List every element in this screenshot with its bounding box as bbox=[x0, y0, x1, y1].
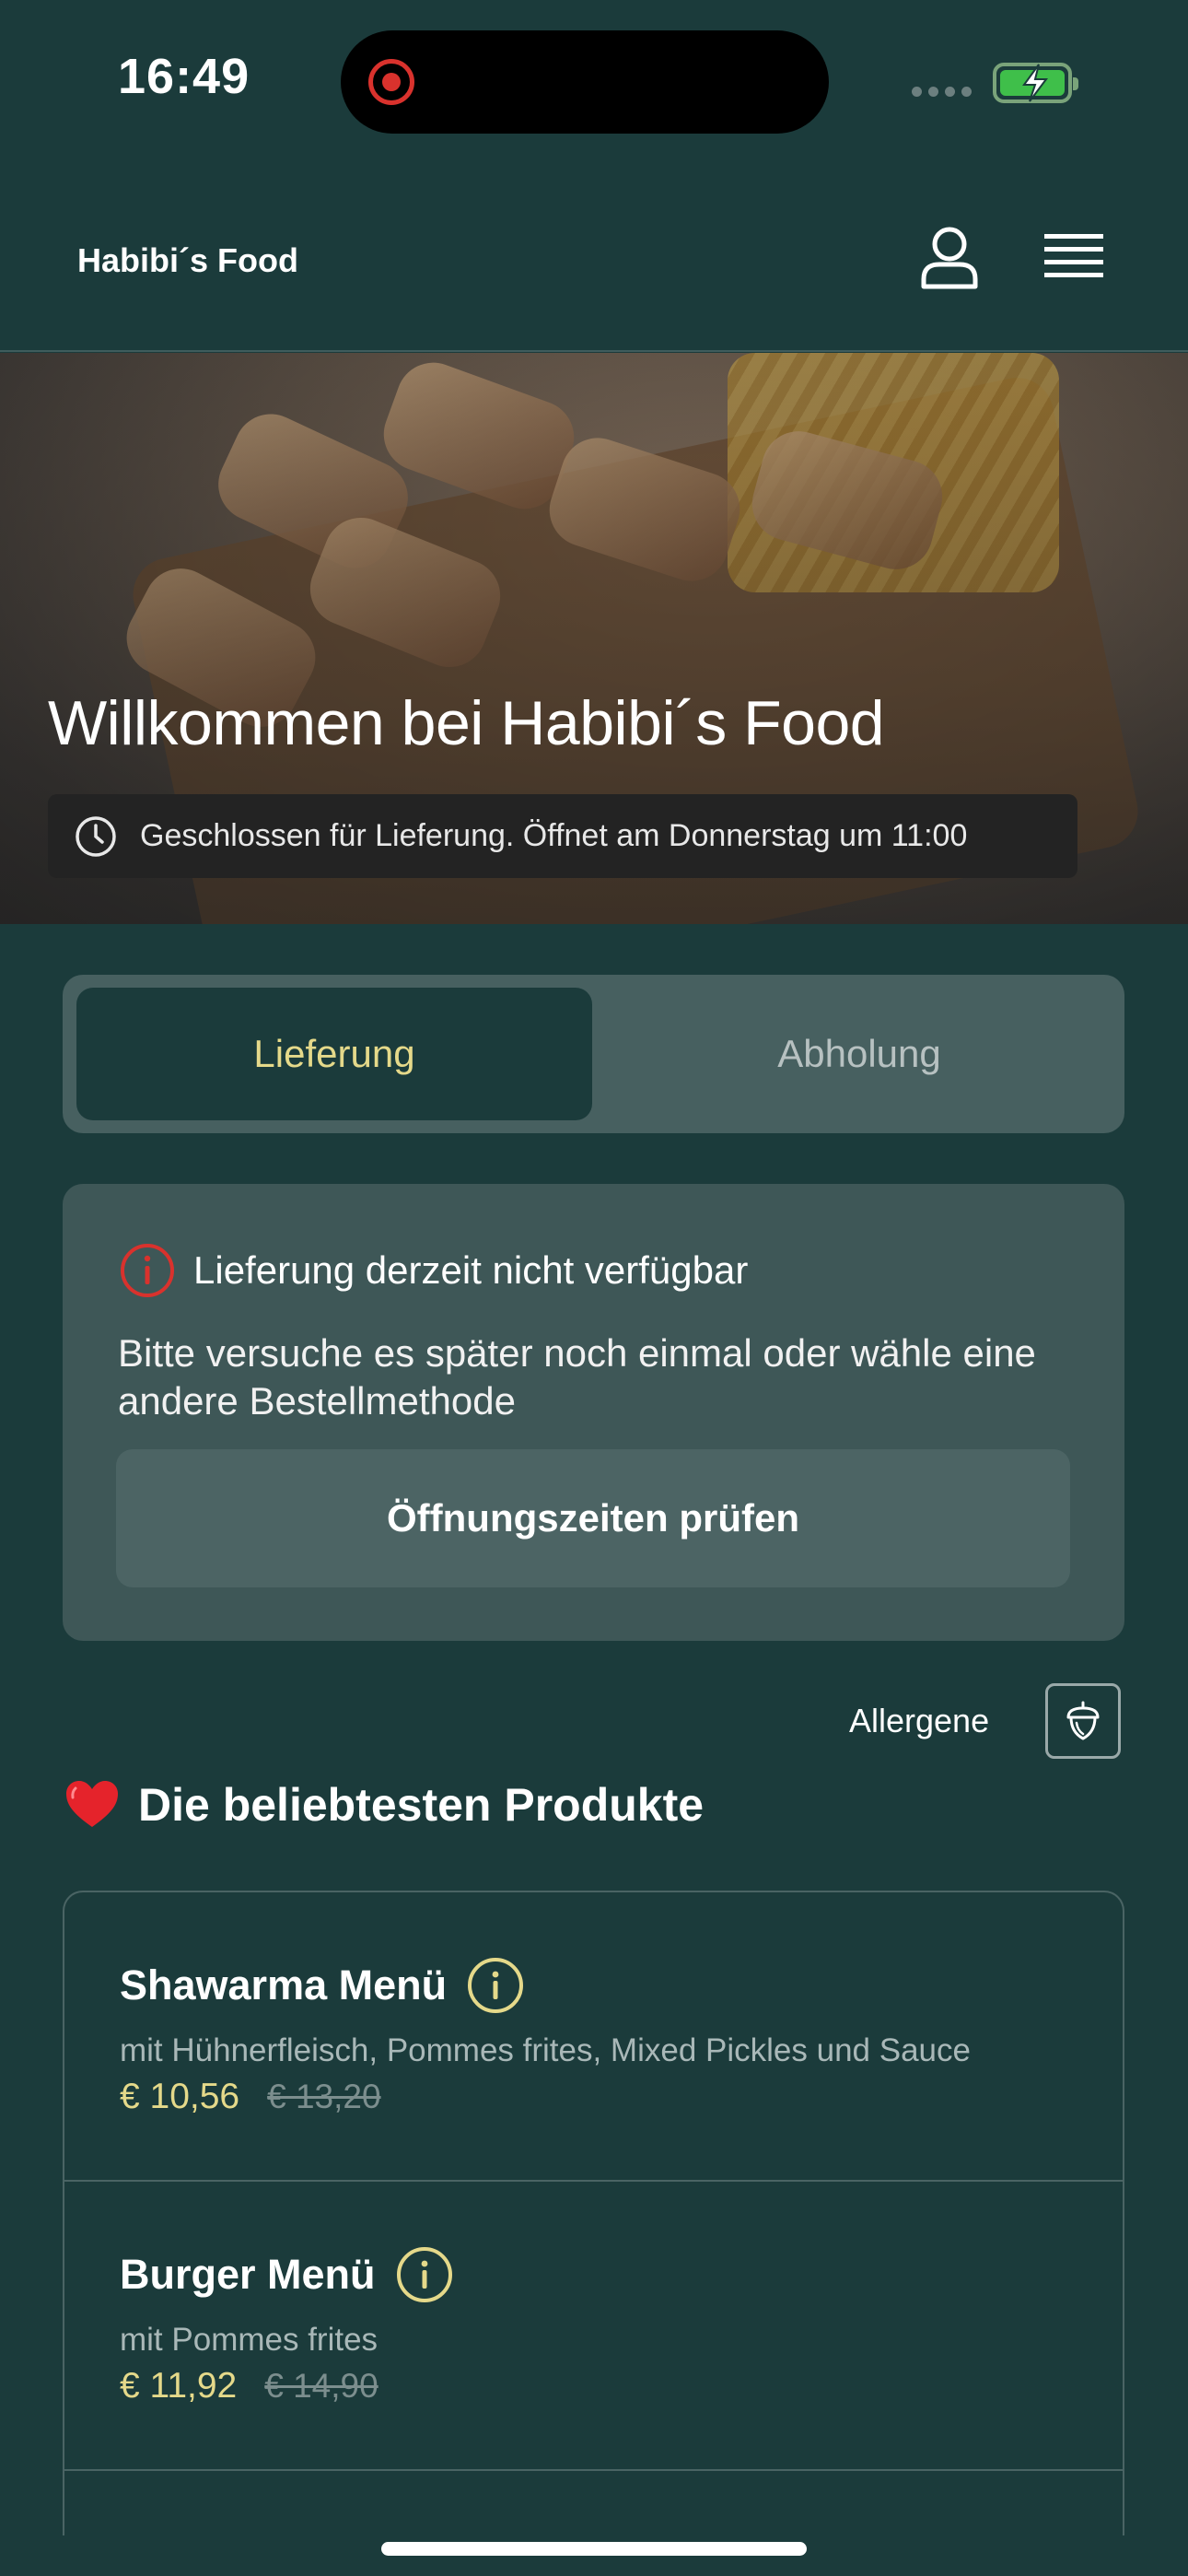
app-header: Habibi´s Food bbox=[0, 157, 1188, 352]
delivery-unavailable-card: Lieferung derzeit nicht verfügbar Bitte … bbox=[63, 1184, 1124, 1641]
product-name: Burger Menü bbox=[120, 2251, 376, 2298]
allergens-button[interactable] bbox=[1045, 1683, 1121, 1759]
popular-section-header: Die beliebtesten Produkte bbox=[64, 1778, 704, 1832]
info-icon[interactable] bbox=[467, 1957, 524, 2014]
closed-status-banner: Geschlossen für Lieferung. Öffnet am Don… bbox=[48, 794, 1077, 878]
product-name: Shawarma Menü bbox=[120, 1961, 448, 2008]
popular-title: Die beliebtesten Produkte bbox=[138, 1779, 705, 1831]
closed-status-text: Geschlossen für Lieferung. Öffnet am Don… bbox=[140, 818, 968, 853]
product-old-price: € 13,20 bbox=[267, 2078, 381, 2115]
product-description: mit Hühnerfleisch, Pommes frites, Mixed … bbox=[120, 2032, 971, 2068]
notice-title: Lieferung derzeit nicht verfügbar bbox=[193, 1248, 749, 1292]
heart-icon bbox=[66, 1781, 118, 1827]
cellular-signal-icon bbox=[912, 87, 972, 97]
info-icon[interactable] bbox=[396, 2246, 453, 2303]
tab-pickup[interactable]: Abholung bbox=[601, 988, 1117, 1120]
allergens-label[interactable]: Allergene bbox=[849, 1702, 989, 1740]
brand-name[interactable]: Habibi´s Food bbox=[77, 241, 298, 280]
product-description: mit Pommes frites bbox=[120, 2322, 379, 2358]
product-old-price: € 14,90 bbox=[264, 2367, 379, 2405]
clock-icon bbox=[76, 815, 116, 857]
alert-info-icon bbox=[121, 1244, 174, 1297]
product-price: € 10,56 bbox=[120, 2077, 240, 2116]
notice-body: Bitte versuche es später noch einmal ode… bbox=[118, 1331, 1036, 1423]
popular-products-list: Shawarma Menü mit Hühnerfleisch, Pommes … bbox=[63, 1891, 1124, 2535]
user-icon[interactable] bbox=[919, 226, 980, 290]
dynamic-island bbox=[341, 30, 829, 134]
product-card[interactable]: Burger Menü mit Pommes frites € 11,92 € … bbox=[64, 2182, 1123, 2471]
home-indicator[interactable] bbox=[381, 2542, 807, 2556]
product-card[interactable]: Shawarma Menü mit Hühnerfleisch, Pommes … bbox=[64, 1892, 1123, 2182]
status-bar: 16:49 bbox=[0, 0, 1188, 157]
hero-title: Willkommen bei Habibi´s Food bbox=[48, 688, 885, 758]
hamburger-menu-icon[interactable] bbox=[1044, 232, 1103, 284]
hero-banner: Willkommen bei Habibi´s Food Geschlossen… bbox=[0, 353, 1188, 924]
check-opening-hours-button[interactable]: Öffnungszeiten prüfen bbox=[116, 1449, 1070, 1587]
battery-charging-icon bbox=[993, 63, 1078, 103]
tab-delivery[interactable]: Lieferung bbox=[76, 988, 592, 1120]
acorn-icon bbox=[1066, 1701, 1100, 1740]
status-time: 16:49 bbox=[118, 49, 250, 104]
product-price: € 11,92 bbox=[120, 2366, 238, 2406]
recording-indicator-icon bbox=[368, 59, 414, 105]
order-method-tabs: Lieferung Abholung bbox=[63, 975, 1124, 1133]
